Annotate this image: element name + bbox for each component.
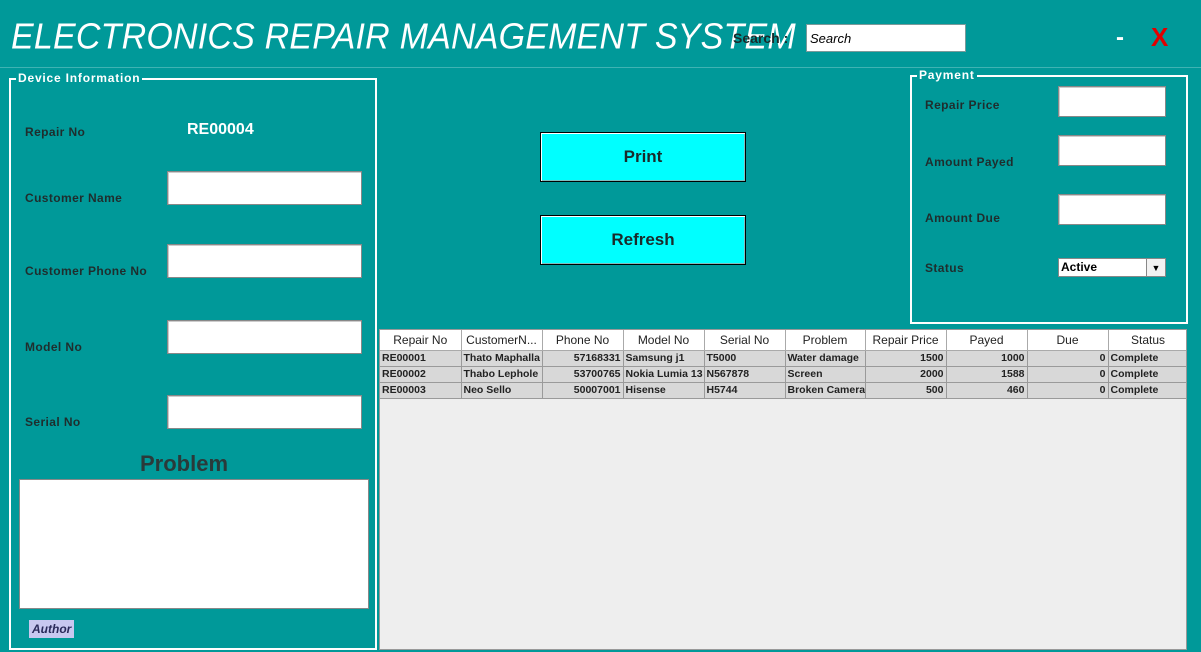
chevron-down-icon[interactable]: ▼: [1146, 259, 1165, 276]
column-header-serial-no[interactable]: Serial No: [704, 330, 786, 351]
status-select[interactable]: Active ▼: [1058, 258, 1166, 277]
repairs-table: Repair No CustomerN... Phone No Model No…: [380, 330, 1186, 399]
amount-payed-label: Amount Payed: [925, 155, 1014, 169]
minimize-button[interactable]: -: [1116, 24, 1124, 52]
customer-name-input[interactable]: [167, 171, 362, 205]
amount-payed-input[interactable]: [1058, 135, 1166, 166]
problem-textarea[interactable]: [19, 479, 369, 609]
cell-problem[interactable]: Broken Camera: [785, 382, 866, 399]
table-row[interactable]: RE00001 Thato Maphalla 57168331 Samsung …: [380, 350, 1186, 367]
cell-due[interactable]: 0: [1027, 382, 1109, 399]
device-info-title: Device Information: [16, 71, 143, 85]
cell-payed[interactable]: 460: [946, 382, 1028, 399]
cell-status[interactable]: Complete: [1108, 366, 1186, 383]
cell-model-no[interactable]: Samsung j1: [623, 350, 705, 367]
cell-due[interactable]: 0: [1027, 366, 1109, 383]
cell-phone-no[interactable]: 50007001: [542, 382, 624, 399]
cell-model-no[interactable]: Hisense: [623, 382, 705, 399]
repair-price-input[interactable]: [1058, 86, 1166, 117]
customer-name-label: Customer Name: [25, 191, 123, 205]
model-no-input[interactable]: [167, 320, 362, 354]
cell-customer-name[interactable]: Neo Sello: [461, 382, 543, 399]
print-button[interactable]: Print: [540, 132, 746, 182]
table-row[interactable]: RE00002 Thabo Lephole 53700765 Nokia Lum…: [380, 366, 1186, 383]
cell-repair-no[interactable]: RE00001: [380, 350, 462, 367]
customer-phone-label: Customer Phone No: [25, 264, 148, 278]
serial-no-label: Serial No: [25, 415, 81, 429]
refresh-button[interactable]: Refresh: [540, 215, 746, 265]
serial-no-input[interactable]: [167, 395, 362, 429]
amount-due-input[interactable]: [1058, 194, 1166, 225]
status-label: Status: [925, 261, 965, 275]
status-selected-value: Active: [1061, 260, 1098, 274]
cell-serial-no[interactable]: N567878: [704, 366, 786, 383]
repair-no-value: RE00004: [187, 121, 254, 138]
column-header-problem[interactable]: Problem: [785, 330, 866, 351]
cell-customer-name[interactable]: Thabo Lephole: [461, 366, 543, 383]
cell-repair-no[interactable]: RE00002: [380, 366, 462, 383]
amount-due-label: Amount Due: [925, 211, 1001, 225]
cell-status[interactable]: Complete: [1108, 382, 1186, 399]
model-no-label: Model No: [25, 340, 83, 354]
column-header-due[interactable]: Due: [1027, 330, 1109, 351]
app-title: ELECTRONICS REPAIR MANAGEMENT SYSTEM: [11, 17, 796, 57]
cell-payed[interactable]: 1000: [946, 350, 1028, 367]
cell-phone-no[interactable]: 57168331: [542, 350, 624, 367]
cell-model-no[interactable]: Nokia Lumia 13: [623, 366, 705, 383]
author-button[interactable]: Author: [29, 620, 75, 638]
repair-price-label: Repair Price: [925, 98, 1000, 112]
column-header-payed[interactable]: Payed: [946, 330, 1028, 351]
table-row[interactable]: RE00003 Neo Sello 50007001 Hisense H5744…: [380, 382, 1186, 399]
column-header-status[interactable]: Status: [1108, 330, 1186, 351]
cell-due[interactable]: 0: [1027, 350, 1109, 367]
cell-payed[interactable]: 1588: [946, 366, 1028, 383]
cell-customer-name[interactable]: Thato Maphalla: [461, 350, 543, 367]
cell-problem[interactable]: Water damage: [785, 350, 866, 367]
problem-heading: Problem: [140, 451, 229, 476]
column-header-phone-no[interactable]: Phone No: [542, 330, 624, 351]
column-header-repair-price[interactable]: Repair Price: [865, 330, 947, 351]
cell-serial-no[interactable]: H5744: [704, 382, 786, 399]
cell-status[interactable]: Complete: [1108, 350, 1186, 367]
search-label: Search :: [733, 30, 789, 46]
cell-repair-price[interactable]: 2000: [865, 366, 947, 383]
cell-problem[interactable]: Screen: [785, 366, 866, 383]
search-input[interactable]: [806, 24, 966, 52]
repairs-table-panel[interactable]: Repair No CustomerN... Phone No Model No…: [379, 329, 1187, 650]
close-button[interactable]: X: [1151, 22, 1168, 53]
payment-title: Payment: [917, 68, 977, 82]
cell-repair-price[interactable]: 1500: [865, 350, 947, 367]
header-divider: [0, 67, 1201, 68]
column-header-customer-name[interactable]: CustomerN...: [461, 330, 543, 351]
repair-no-label: Repair No: [25, 125, 86, 139]
cell-serial-no[interactable]: T5000: [704, 350, 786, 367]
customer-phone-input[interactable]: [167, 244, 362, 278]
column-header-model-no[interactable]: Model No: [623, 330, 705, 351]
column-header-repair-no[interactable]: Repair No: [380, 330, 462, 351]
table-header-row: Repair No CustomerN... Phone No Model No…: [380, 330, 1186, 351]
cell-repair-price[interactable]: 500: [865, 382, 947, 399]
cell-repair-no[interactable]: RE00003: [380, 382, 462, 399]
cell-phone-no[interactable]: 53700765: [542, 366, 624, 383]
